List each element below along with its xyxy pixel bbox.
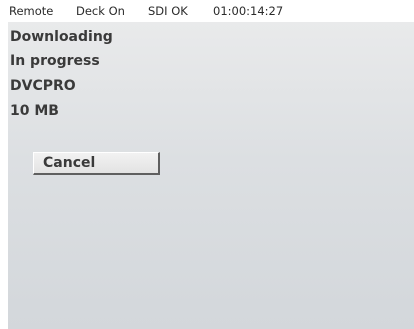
remote-status: Remote xyxy=(9,4,54,18)
download-title: Downloading xyxy=(10,29,113,45)
status-bar: Remote Deck On SDI OK 01:00:14:27 xyxy=(0,0,414,22)
download-panel: Downloading In progress DVCPRO 10 MB Can… xyxy=(8,22,414,329)
progress-status: In progress xyxy=(10,53,100,69)
format-label: DVCPRO xyxy=(10,78,76,94)
deck-status: Deck On xyxy=(76,4,125,18)
size-label: 10 MB xyxy=(10,103,59,119)
sdi-status: SDI OK xyxy=(148,4,188,18)
cancel-button[interactable]: Cancel xyxy=(33,152,160,175)
timecode: 01:00:14:27 xyxy=(213,4,284,18)
